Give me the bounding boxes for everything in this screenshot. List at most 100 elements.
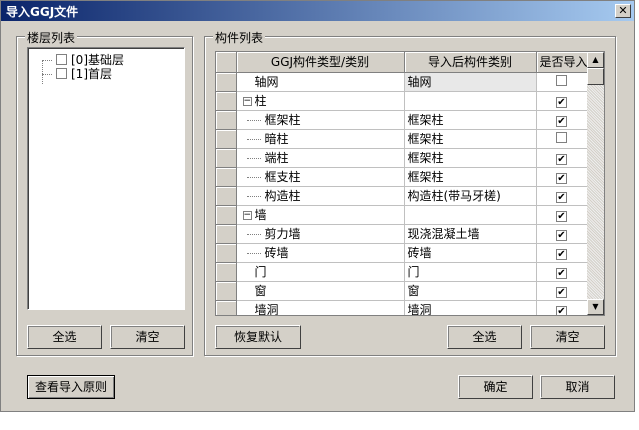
ok-button[interactable]: 确定 [458, 375, 533, 399]
target-type-cell[interactable] [404, 205, 537, 225]
import-cell[interactable]: ✔ [536, 281, 588, 301]
target-type-cell[interactable]: 砖墙 [404, 243, 537, 263]
table-row[interactable]: 剪力墙 现浇混凝土墙 ✔ [216, 224, 588, 244]
row-header[interactable] [216, 205, 237, 225]
table-row[interactable]: 砖墙 砖墙 ✔ [216, 243, 588, 263]
import-cell[interactable]: ✔ [536, 300, 588, 315]
import-checkbox[interactable]: ✔ [556, 229, 567, 241]
target-type-cell[interactable]: 门 [404, 262, 537, 282]
table-row[interactable]: 门 门 ✔ [216, 262, 588, 282]
import-checkbox[interactable]: ✔ [556, 210, 567, 222]
cancel-button[interactable]: 取消 [540, 375, 615, 399]
row-header[interactable] [216, 129, 237, 149]
import-cell[interactable]: ✔ [536, 110, 588, 130]
import-checkbox[interactable]: ✔ [556, 191, 567, 203]
target-type-cell[interactable]: 现浇混凝土墙 [404, 224, 537, 244]
table-row[interactable]: 轴网 轴网 [216, 72, 588, 92]
collapse-icon[interactable]: − [242, 211, 252, 220]
row-header[interactable] [216, 91, 237, 111]
import-cell[interactable]: ✔ [536, 186, 588, 206]
collapse-icon[interactable]: − [242, 97, 252, 106]
row-header[interactable] [216, 300, 237, 315]
floor-select-all-button[interactable]: 全选 [27, 325, 102, 349]
row-header[interactable] [216, 186, 237, 206]
import-checkbox[interactable]: ✔ [556, 172, 567, 184]
floor-checkbox[interactable] [56, 68, 67, 79]
target-type-cell[interactable]: 窗 [404, 281, 537, 301]
component-type-cell[interactable]: − 柱 [236, 91, 405, 111]
target-type-cell[interactable]: 构造柱(带马牙槎) [404, 186, 537, 206]
component-select-all-button[interactable]: 全选 [447, 325, 522, 349]
target-type-cell[interactable]: 轴网 [404, 72, 537, 92]
import-checkbox[interactable] [556, 131, 567, 143]
component-type-cell[interactable]: 墙洞 [236, 300, 405, 315]
import-checkbox[interactable]: ✔ [556, 286, 567, 298]
target-type-cell[interactable]: 墙洞 [404, 300, 537, 315]
component-type-cell[interactable]: 剪力墙 [236, 224, 405, 244]
import-cell[interactable]: ✔ [536, 224, 588, 244]
import-cell[interactable]: ✔ [536, 262, 588, 282]
row-header[interactable] [216, 224, 237, 244]
import-checkbox[interactable]: ✔ [556, 267, 567, 279]
import-checkbox[interactable]: ✔ [556, 248, 567, 260]
floor-item[interactable]: [1]首层 [42, 66, 112, 81]
import-cell[interactable]: ✔ [536, 167, 588, 187]
component-type-cell[interactable]: 暗柱 [236, 129, 405, 149]
import-checkbox[interactable] [556, 74, 567, 86]
scroll-down-button[interactable]: ▼ [587, 299, 604, 315]
row-header[interactable] [216, 148, 237, 168]
table-row[interactable]: 构造柱 构造柱(带马牙槎) ✔ [216, 186, 588, 206]
row-header[interactable] [216, 167, 237, 187]
restore-default-button[interactable]: 恢复默认 [215, 325, 301, 349]
import-checkbox[interactable]: ✔ [556, 115, 567, 127]
table-row[interactable]: 窗 窗 ✔ [216, 281, 588, 301]
component-type-cell[interactable]: 门 [236, 262, 405, 282]
import-cell[interactable]: ✔ [536, 148, 588, 168]
component-type-cell[interactable]: 砖墙 [236, 243, 405, 263]
row-header[interactable] [216, 281, 237, 301]
component-type-cell[interactable]: 框架柱 [236, 110, 405, 130]
component-type-cell[interactable]: 框支柱 [236, 167, 405, 187]
scroll-thumb[interactable] [587, 68, 604, 85]
table-row[interactable]: − 墙 ✔ [216, 205, 588, 225]
table-row[interactable]: 端柱 框架柱 ✔ [216, 148, 588, 168]
table-row[interactable]: 框支柱 框架柱 ✔ [216, 167, 588, 187]
import-checkbox[interactable]: ✔ [556, 153, 567, 165]
floor-tree[interactable]: [0]基础层 [1]首层 [27, 47, 185, 310]
import-cell[interactable] [536, 129, 588, 149]
floor-checkbox[interactable] [56, 54, 67, 65]
column-header-import[interactable]: 是否导入 [536, 52, 588, 73]
row-header[interactable] [216, 262, 237, 282]
import-cell[interactable]: ✔ [536, 91, 588, 111]
import-checkbox[interactable]: ✔ [556, 305, 567, 315]
view-import-rules-button[interactable]: 查看导入原则 [27, 375, 115, 399]
row-header[interactable] [216, 110, 237, 130]
import-cell[interactable]: ✔ [536, 205, 588, 225]
table-row[interactable]: 墙洞 墙洞 ✔ [216, 300, 588, 315]
component-type-cell[interactable]: 轴网 [236, 72, 405, 92]
component-clear-button[interactable]: 清空 [530, 325, 605, 349]
close-button[interactable]: ✕ [615, 4, 631, 18]
component-type-cell[interactable]: 构造柱 [236, 186, 405, 206]
column-header-ggj-type[interactable]: GGJ构件类型/类别 [236, 52, 405, 73]
target-type-cell[interactable] [404, 91, 537, 111]
component-type-cell[interactable]: − 墙 [236, 205, 405, 225]
row-header[interactable] [216, 72, 237, 92]
scroll-up-button[interactable]: ▲ [587, 52, 604, 68]
import-cell[interactable]: ✔ [536, 243, 588, 263]
table-row[interactable]: 暗柱 框架柱 [216, 129, 588, 149]
component-type-cell[interactable]: 端柱 [236, 148, 405, 168]
row-header[interactable] [216, 243, 237, 263]
floor-clear-button[interactable]: 清空 [110, 325, 185, 349]
import-cell[interactable] [536, 72, 588, 92]
target-type-cell[interactable]: 框架柱 [404, 129, 537, 149]
vertical-scrollbar[interactable]: ▲ ▼ [587, 52, 604, 315]
import-checkbox[interactable]: ✔ [556, 96, 567, 108]
column-header-target-type[interactable]: 导入后构件类别 [404, 52, 537, 73]
component-type-cell[interactable]: 窗 [236, 281, 405, 301]
target-type-cell[interactable]: 框架柱 [404, 167, 537, 187]
table-row[interactable]: − 柱 ✔ [216, 91, 588, 111]
target-type-cell[interactable]: 框架柱 [404, 110, 537, 130]
target-type-cell[interactable]: 框架柱 [404, 148, 537, 168]
table-row[interactable]: 框架柱 框架柱 ✔ [216, 110, 588, 130]
